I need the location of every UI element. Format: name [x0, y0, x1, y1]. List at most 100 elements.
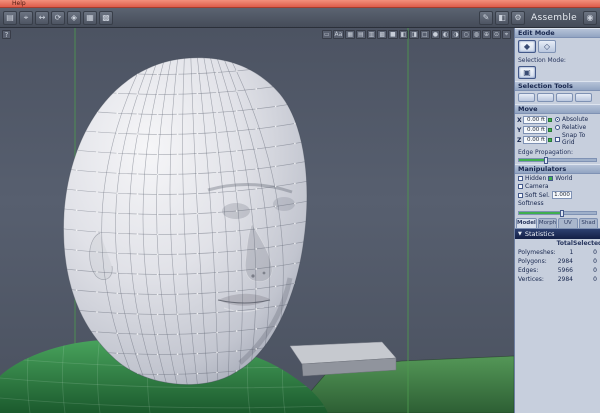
move-title: Move	[518, 104, 538, 113]
hidden-line-mode-icon[interactable]: ▥	[366, 30, 377, 39]
split-view-icon[interactable]: ◧	[398, 30, 409, 39]
shading-room-icon[interactable]: ◧	[495, 10, 509, 25]
absolute-label: Absolute	[562, 116, 589, 123]
selection-tool-button-4[interactable]	[575, 93, 592, 102]
move-x-row: X 0.00 ft	[517, 116, 555, 124]
half-shaded-sphere-icon[interactable]: ◐	[440, 30, 451, 39]
selection-tools-header[interactable]: Selection Tools	[515, 81, 600, 91]
wire-sphere-icon[interactable]: ○	[461, 30, 471, 39]
selection-tool-button-2[interactable]	[537, 93, 554, 102]
statistics-columns: Total Selected	[515, 239, 600, 248]
camera-target-icon[interactable]: ⌖	[502, 30, 511, 39]
room-mode-label[interactable]: Assemble	[531, 13, 577, 23]
group-edit-mode-button[interactable]: ◇	[538, 40, 556, 53]
scale-tool-icon[interactable]: ◈	[67, 10, 81, 25]
stat-label: Polygons:	[518, 258, 547, 265]
help-menu[interactable]: Help	[12, 0, 26, 8]
viewport-canvas[interactable]	[0, 28, 514, 413]
stat-row: Edges: 5966 0	[515, 266, 600, 275]
text-display-icon[interactable]: Aa	[332, 30, 345, 39]
info-icon[interactable]: ◉	[583, 10, 597, 25]
selected-column-header: Selected	[573, 240, 600, 247]
tab-model[interactable]: Model	[516, 218, 537, 228]
softness-slider[interactable]	[518, 210, 597, 217]
camera-checkbox[interactable]	[518, 184, 523, 189]
snap-icon[interactable]: ▩	[99, 10, 113, 25]
soft-selection-label: Soft Sel.	[525, 191, 550, 199]
selection-tool-button-1[interactable]	[518, 93, 535, 102]
toolbar-trailing-icons: ◉	[583, 10, 597, 25]
toolbar-right-icons: ✎ ◧ ⚙	[479, 10, 525, 25]
tab-morph[interactable]: Morph	[537, 218, 558, 228]
y-value-field[interactable]: 0.00 ft	[523, 126, 547, 134]
settings-gear-icon[interactable]: ⚙	[511, 10, 525, 25]
hidden-label: Hidden	[525, 175, 547, 182]
application-window: Help ▤ ⌖ ↔ ⟳ ◈ ▦ ▩ ✎ ◧ ⚙ Assemble ◉ ? ▭ Aa ▦ ▤ ▥ ▩ ■ ◧ ◨…	[0, 0, 600, 413]
grid-icon[interactable]: ▦	[83, 10, 97, 25]
selection-tool-button-3[interactable]	[556, 93, 573, 102]
move-axis-fields: X 0.00 ft Y 0.00 ft Z 0.00 ft	[517, 116, 555, 147]
selection-mode-buttons: ▣	[515, 64, 600, 81]
y-axis-label: Y	[517, 126, 522, 134]
edit-room-icon[interactable]: ✎	[479, 10, 493, 25]
title-bar: Help	[0, 0, 600, 8]
relative-option[interactable]: Relative	[555, 124, 598, 131]
snap-to-grid-checkbox[interactable]	[555, 136, 560, 142]
total-column-header: Total	[556, 240, 573, 247]
select-tool-icon[interactable]: ⌖	[19, 10, 33, 25]
flat-shade-mode-icon[interactable]: ▩	[377, 30, 387, 39]
world-checkbox[interactable]	[548, 176, 554, 181]
viewport-help-icon[interactable]: ?	[2, 30, 11, 39]
tab-uv[interactable]: UV	[558, 218, 578, 228]
y-lock-toggle[interactable]	[548, 128, 552, 132]
toolbar-left-icons: ▤ ⌖ ↔ ⟳ ◈ ▦ ▩	[3, 10, 113, 25]
shaded-sphere-icon[interactable]: ●	[430, 30, 440, 39]
move-header[interactable]: Move	[515, 104, 600, 114]
manipulators-title: Manipulators	[518, 164, 567, 173]
softness-label: Softness	[518, 200, 544, 207]
edit-mode-title: Edit Mode	[518, 28, 555, 37]
soft-selection-value-field[interactable]: 1.000	[551, 191, 572, 199]
selection-filter-icon[interactable]: ▭	[321, 30, 332, 39]
stat-label: Vertices:	[518, 276, 544, 283]
tab-shad[interactable]: Shad	[578, 218, 598, 228]
face-selection-mode-button[interactable]: ▣	[518, 66, 536, 79]
grid-display-icon[interactable]: ▦	[345, 30, 355, 39]
soft-selection-checkbox[interactable]	[518, 192, 523, 198]
absolute-option[interactable]: Absolute	[555, 116, 598, 123]
stat-row: Polymeshes: 1 0	[515, 248, 600, 257]
x-value-field[interactable]: 0.00 ft	[523, 116, 547, 124]
stat-label: Polymeshes:	[518, 249, 556, 256]
relative-radio[interactable]	[555, 125, 560, 130]
viewport-toolbar: ▭ Aa ▦ ▤ ▥ ▩ ■ ◧ ◨ □ ● ◐ ◑ ○ ◍ ⊕ ⊙ ⌖	[321, 30, 511, 39]
viewport-3d[interactable]: ? ▭ Aa ▦ ▤ ▥ ▩ ■ ◧ ◨ □ ● ◐ ◑ ○ ◍ ⊕ ⊙ ⌖	[0, 28, 514, 413]
stat-value: 5966	[557, 267, 573, 274]
wireframe-mode-icon[interactable]: ▤	[355, 30, 366, 39]
object-edit-mode-button[interactable]: ◆	[518, 40, 536, 53]
hidden-checkbox[interactable]	[518, 176, 523, 181]
smooth-shade-mode-icon[interactable]: ■	[388, 30, 398, 39]
absolute-radio[interactable]	[555, 117, 560, 122]
z-value-field[interactable]: 0.00 ft	[523, 136, 547, 144]
dual-view-icon[interactable]: ◨	[409, 30, 420, 39]
z-lock-toggle[interactable]	[548, 138, 552, 142]
textured-sphere-icon[interactable]: ◍	[471, 30, 481, 39]
add-view-icon[interactable]: ⊕	[481, 30, 491, 39]
move-section: X 0.00 ft Y 0.00 ft Z 0.00 ft Absolute R…	[515, 114, 600, 147]
x-lock-toggle[interactable]	[548, 118, 552, 122]
statistics-header[interactable]: ▼ Statistics	[515, 229, 600, 239]
focus-view-icon[interactable]: ⊙	[491, 30, 501, 39]
scene-icon[interactable]: ▤	[3, 10, 17, 25]
edge-propagation-label: Edge Propagation:	[518, 149, 574, 156]
back-shaded-sphere-icon[interactable]: ◑	[451, 30, 461, 39]
manipulators-header[interactable]: Manipulators	[515, 164, 600, 174]
move-tool-icon[interactable]: ↔	[35, 10, 49, 25]
single-view-icon[interactable]: □	[420, 30, 430, 39]
rotate-tool-icon[interactable]: ⟳	[51, 10, 65, 25]
snap-to-grid-option[interactable]: Snap To Grid	[555, 132, 598, 146]
edit-mode-buttons: ◆ ◇	[515, 38, 600, 55]
edit-mode-header[interactable]: Edit Mode	[515, 28, 600, 38]
edge-propagation-slider[interactable]	[518, 157, 597, 164]
selection-tool-buttons	[515, 91, 600, 104]
move-y-row: Y 0.00 ft	[517, 126, 555, 134]
